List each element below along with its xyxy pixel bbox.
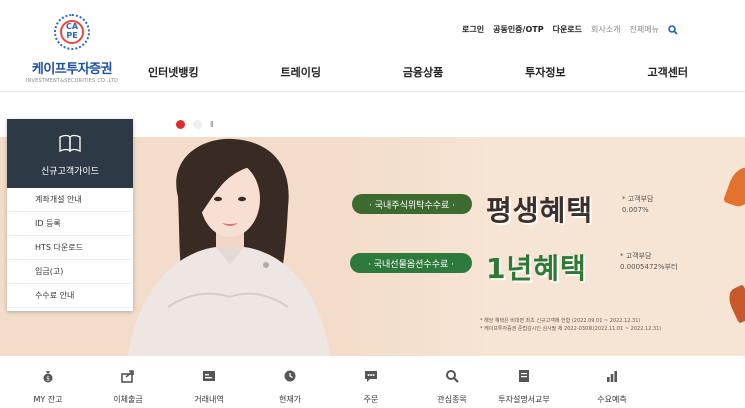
utility-menu: 로그인 공동인증/OTP 다운로드 회사소개 전체메뉴 [462,24,678,35]
guide-title: 신규고객가이드 [41,167,99,177]
receipt-icon [203,371,215,381]
quick-prospectus[interactable]: 투자설명서교부 [484,368,564,405]
model-illustration [128,138,330,356]
quick-my-balance[interactable]: $ MY 잔고 [8,368,88,405]
quick-label: 이체출금 [113,395,143,404]
logo-badge-text-top: CA [65,22,79,31]
promo-note-futures: * 고객부담 0.0005472%부터 [620,251,677,273]
note-value: 0.0005472%부터 [620,263,678,271]
promo-headline-lifetime: 평생혜택 [486,194,594,227]
quick-transfer[interactable]: 이체출금 [88,368,168,405]
money-bag-icon: $ [43,371,53,383]
promo-headline-one-year: 1년혜택 [486,252,587,285]
logo-subtitle: INVESTMENT&SECURITIES CO.,LTD [25,78,119,84]
nav-financial-products[interactable]: 금융상품 [403,64,443,80]
site-header: CA PE 케이프투자증권 INVESTMENT&SECURITIES CO.,L… [0,0,745,92]
search-icon [446,370,459,383]
quick-label: 거래내역 [194,395,224,404]
quick-order[interactable]: 주문 [331,368,411,405]
slide-indicator[interactable] [193,120,202,129]
quick-history[interactable]: 거래내역 [169,368,249,405]
nav-customer-center[interactable]: 고객센터 [648,64,688,80]
nav-internet-banking[interactable]: 인터넷뱅킹 [148,64,199,80]
quick-label: 투자설명서교부 [498,395,550,404]
promo-fine-print: * 해당 혜택은 비대면 최초 신규고객에 한함 (2022.09.01 ~ 2… [480,317,661,333]
book-icon [59,134,81,153]
quick-label: 현재가 [278,395,302,404]
promo-pill-stock-fee: · 국내주식위탁수수료 · [352,194,472,214]
quick-label: MY 잔고 [33,395,63,404]
clock-icon [284,370,296,382]
slide-indicators: II [176,120,214,129]
guide-item-fee-info[interactable]: 수수료 안내 [7,284,133,308]
nav-investment-info[interactable]: 투자정보 [525,64,565,80]
company-logo[interactable]: CA PE 케이프투자증권 INVESTMENT&SECURITIES CO.,L… [22,14,122,84]
search-icon[interactable] [668,24,678,35]
note-label: * 고객부담 [622,195,654,203]
quick-label: 관심종목 [437,395,467,404]
guide-item-deposit[interactable]: 입금(고) [7,260,133,284]
quick-watchlist[interactable]: 관심종목 [412,368,492,405]
transfer-icon [121,370,134,383]
logo-badge: CA PE [54,14,90,50]
slide-indicator-active[interactable] [176,120,185,129]
new-customer-guide: 신규고객가이드 계좌개설 안내 ID 등록 HTS 다운로드 입금(고) 수수료… [7,119,133,311]
svg-text:$: $ [46,376,50,383]
certificate-link[interactable]: 공동인증/OTP [493,24,543,35]
guide-item-id-registration[interactable]: ID 등록 [7,212,133,236]
quick-label: 수요예측 [597,395,627,404]
quick-demand-forecast[interactable]: 수요예측 [572,368,652,405]
quick-menu: $ MY 잔고 이체출금 거래내역 현재가 주문 관심종목 투자설명서교부 수요… [0,356,745,408]
promo-pill-futures-fee: · 국내선물옵션수수료 · [350,253,472,273]
login-link[interactable]: 로그인 [462,24,484,35]
quick-label: 주문 [363,395,379,404]
main-navigation: 인터넷뱅킹 트레이딩 금융상품 투자정보 고객센터 [148,64,688,80]
download-link[interactable]: 다운로드 [553,24,582,35]
note-value: 0.007% [622,206,649,214]
guide-header: 신규고객가이드 [7,119,133,188]
fine-print-line: * 케이프투자증권 준법감시인 심사필 제 2022-030호(2022.11.… [480,326,662,332]
note-label: * 고객부담 [620,252,652,260]
bar-chart-icon [607,371,617,382]
all-menu-link[interactable]: 전체메뉴 [629,24,658,35]
company-intro-link[interactable]: 회사소개 [591,24,620,35]
quick-current-price[interactable]: 현재가 [250,368,330,405]
guide-item-hts-download[interactable]: HTS 다운로드 [7,236,133,260]
nav-trading[interactable]: 트레이딩 [280,64,320,80]
fine-print-line: * 해당 혜택은 비대면 최초 신규고객에 한함 (2022.09.01 ~ 2… [480,318,641,324]
logo-badge-text-bottom: PE [66,31,78,40]
promo-note-stock: * 고객부담 0.007% [622,194,654,216]
pause-button[interactable]: II [210,120,214,129]
guide-list: 계좌개설 안내 ID 등록 HTS 다운로드 입금(고) 수수료 안내 [7,188,133,308]
logo-name: 케이프투자증권 [31,62,113,77]
document-icon [519,370,529,382]
chat-icon [365,371,377,382]
guide-item-account-opening[interactable]: 계좌개설 안내 [7,188,133,212]
